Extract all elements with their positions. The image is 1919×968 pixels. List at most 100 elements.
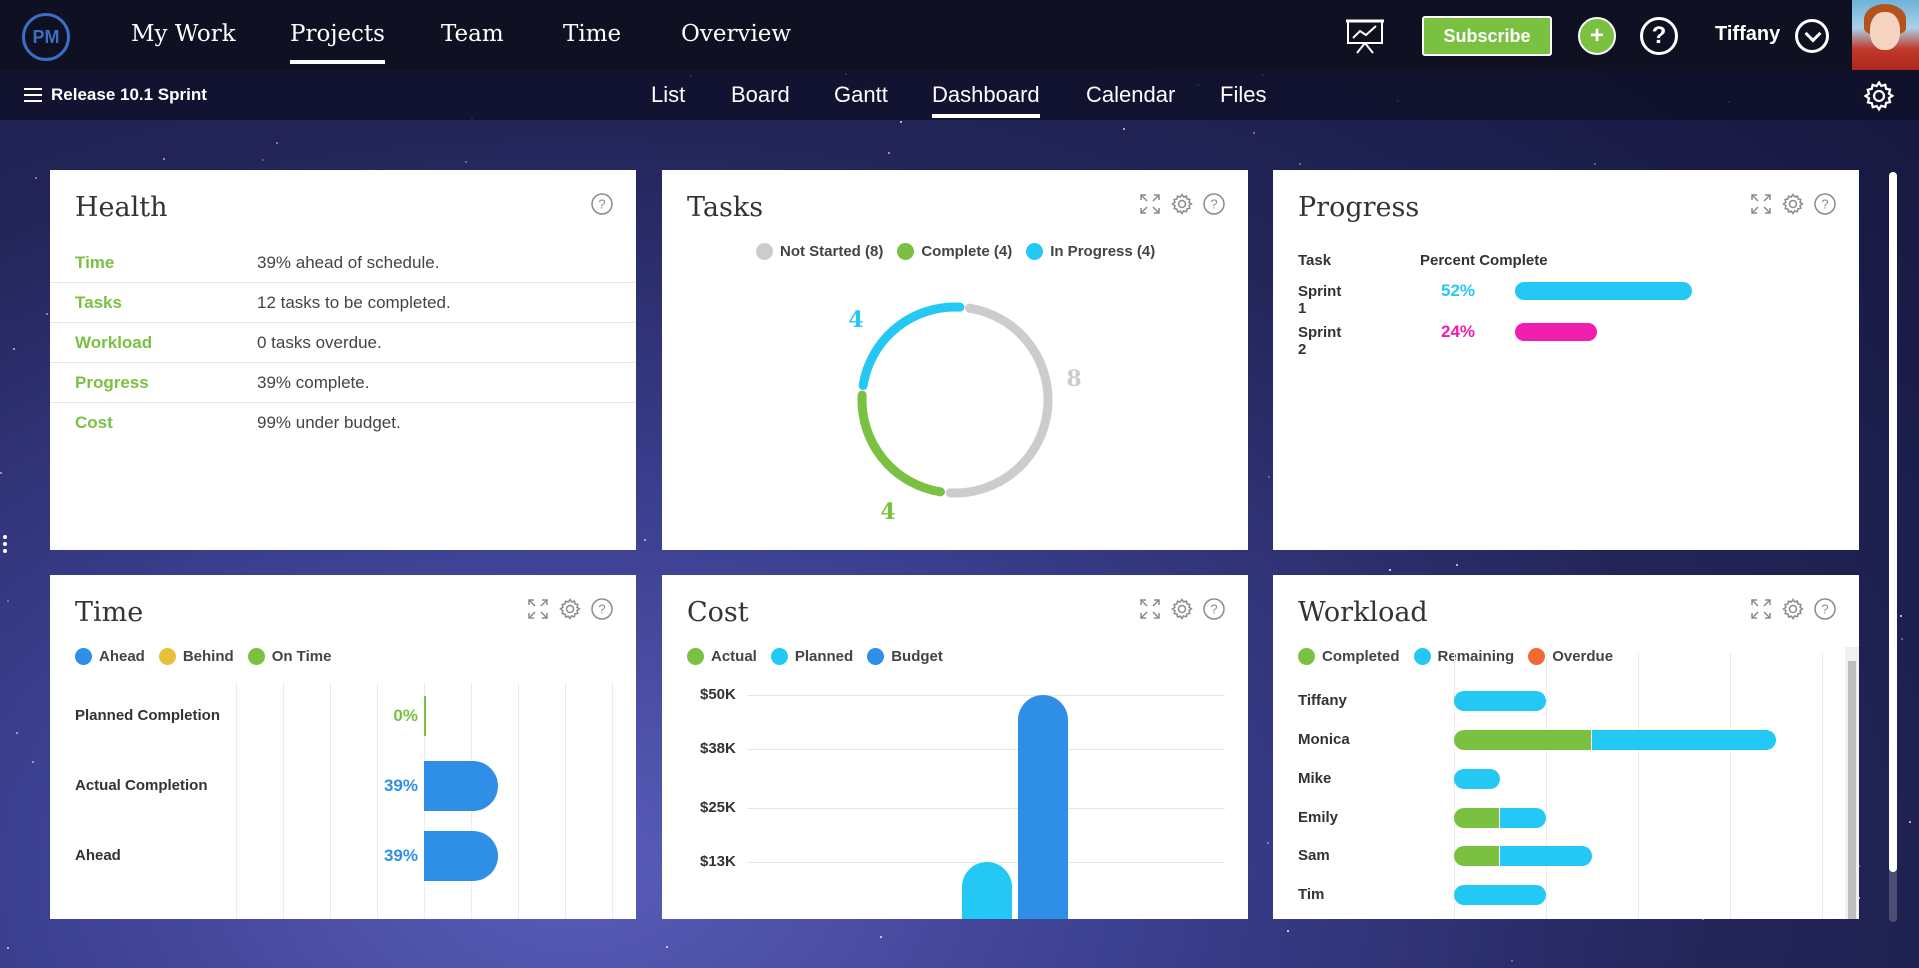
question-icon[interactable]: ? bbox=[590, 192, 614, 216]
donut-slice-complete[interactable] bbox=[857, 390, 945, 497]
gear-icon[interactable] bbox=[1781, 597, 1805, 621]
workload-segment-completed bbox=[1454, 730, 1592, 750]
question-icon[interactable]: ? bbox=[1813, 192, 1837, 216]
health-value: 12 tasks to be completed. bbox=[257, 293, 451, 312]
avatar[interactable] bbox=[1852, 0, 1919, 70]
legend-item[interactable]: Ahead bbox=[75, 648, 145, 665]
health-value: 39% ahead of schedule. bbox=[257, 253, 440, 272]
legend-item[interactable]: On Time bbox=[247, 648, 331, 665]
progress-col-task: Task bbox=[1298, 252, 1332, 269]
legend-item[interactable]: Overdue bbox=[1528, 648, 1613, 665]
legend-dot bbox=[158, 648, 176, 665]
presentation-icon[interactable] bbox=[1345, 17, 1385, 55]
project-subnav: Release 10.1 Sprint List Board Gantt Das… bbox=[0, 70, 1919, 120]
tab-board[interactable]: Board bbox=[731, 82, 790, 108]
cost-y-tick-label: $25K bbox=[700, 798, 736, 816]
workload-person-name: Tiffany bbox=[1298, 692, 1347, 709]
cost-card: Cost ? Actual Planned Budget $50K $38K $25… bbox=[662, 575, 1248, 919]
nav-time[interactable]: Time bbox=[563, 21, 621, 47]
expand-icon[interactable] bbox=[1138, 597, 1162, 621]
tab-files[interactable]: Files bbox=[1220, 82, 1266, 108]
donut-data-label: 8 bbox=[1066, 366, 1081, 392]
workload-bar[interactable] bbox=[1454, 846, 1592, 866]
gear-icon[interactable] bbox=[558, 597, 582, 621]
donut-data-label: 4 bbox=[848, 307, 863, 333]
pm-logo[interactable]: PM bbox=[22, 13, 70, 61]
legend-item[interactable]: Remaining bbox=[1413, 648, 1515, 665]
subscribe-button[interactable]: Subscribe bbox=[1422, 16, 1552, 56]
workload-scrollbar[interactable] bbox=[1845, 647, 1859, 919]
time-row-label: Planned Completion bbox=[75, 707, 221, 724]
add-button[interactable]: + bbox=[1578, 17, 1616, 55]
gear-icon[interactable] bbox=[1781, 192, 1805, 216]
donut-slice-not-started[interactable] bbox=[945, 303, 1053, 498]
tab-dashboard[interactable]: Dashboard bbox=[932, 82, 1040, 118]
health-row: Time 39% ahead of schedule. bbox=[50, 243, 636, 283]
legend-item[interactable]: Budget bbox=[867, 648, 943, 665]
time-row-label: Actual Completion bbox=[75, 777, 208, 794]
workload-person-name: Mike bbox=[1298, 770, 1332, 787]
left-panel-handle[interactable] bbox=[3, 535, 7, 555]
workload-bar[interactable] bbox=[1454, 885, 1546, 905]
workload-segment-remaining bbox=[1592, 730, 1776, 750]
time-bar[interactable] bbox=[424, 761, 499, 811]
health-row: Tasks 12 tasks to be completed. bbox=[50, 283, 636, 323]
settings-gear-icon[interactable] bbox=[1862, 79, 1896, 113]
project-name[interactable]: Release 10.1 Sprint bbox=[51, 85, 207, 105]
expand-icon[interactable] bbox=[526, 597, 550, 621]
progress-col-percent: Percent Complete bbox=[1420, 252, 1548, 269]
health-label: Time bbox=[75, 253, 115, 272]
legend-item[interactable]: Completed bbox=[1298, 648, 1400, 665]
workload-title: Workload bbox=[1298, 597, 1428, 628]
expand-icon[interactable] bbox=[1749, 192, 1773, 216]
hamburger-menu-icon[interactable] bbox=[24, 88, 42, 102]
workload-bar[interactable] bbox=[1454, 691, 1546, 711]
chevron-down-icon[interactable] bbox=[1795, 19, 1829, 53]
scrollbar-thumb[interactable] bbox=[1889, 172, 1897, 872]
legend-dot bbox=[1413, 648, 1431, 665]
gear-icon[interactable] bbox=[1170, 597, 1194, 621]
tab-list[interactable]: List bbox=[651, 82, 685, 108]
cost-bar-planned[interactable] bbox=[962, 861, 1012, 919]
workload-bar[interactable] bbox=[1454, 808, 1546, 828]
tab-gantt[interactable]: Gantt bbox=[834, 82, 888, 108]
workload-person-name: Monica bbox=[1298, 731, 1350, 748]
gridline bbox=[747, 749, 1225, 750]
time-data-label: 39% bbox=[383, 776, 418, 795]
workload-person-name: Sam bbox=[1298, 847, 1330, 864]
user-name[interactable]: Tiffany bbox=[1715, 23, 1780, 46]
cost-bar-budget[interactable] bbox=[1018, 695, 1068, 919]
tab-calendar[interactable]: Calendar bbox=[1086, 82, 1175, 108]
legend-dot bbox=[687, 648, 704, 665]
nav-my-work[interactable]: My Work bbox=[131, 21, 236, 47]
workload-bar[interactable] bbox=[1454, 730, 1776, 750]
progress-percent: 52% bbox=[1441, 281, 1476, 300]
workload-bar[interactable] bbox=[1454, 769, 1500, 789]
donut-slice-in-progress[interactable] bbox=[858, 302, 965, 390]
page-scrollbar[interactable] bbox=[1889, 172, 1897, 922]
nav-team[interactable]: Team bbox=[441, 21, 504, 47]
help-button[interactable]: ? bbox=[1640, 17, 1678, 55]
question-icon[interactable]: ? bbox=[1813, 597, 1837, 621]
time-bar[interactable] bbox=[424, 831, 499, 881]
cost-legend: Actual Planned Budget bbox=[687, 648, 943, 665]
health-label: Workload bbox=[75, 333, 153, 352]
gridline bbox=[330, 683, 331, 919]
gridline bbox=[1546, 653, 1547, 919]
scrollbar-thumb[interactable] bbox=[1848, 661, 1856, 919]
legend-item[interactable]: Planned bbox=[770, 648, 853, 665]
legend-item[interactable]: Actual bbox=[687, 648, 757, 665]
question-icon[interactable]: ? bbox=[1202, 597, 1226, 621]
legend-label: Remaining bbox=[1437, 648, 1515, 665]
nav-overview[interactable]: Overview bbox=[681, 21, 791, 47]
expand-icon[interactable] bbox=[1749, 597, 1773, 621]
workload-segment-remaining bbox=[1500, 808, 1546, 828]
legend-dot bbox=[75, 648, 92, 665]
question-icon[interactable]: ? bbox=[590, 597, 614, 621]
progress-bar bbox=[1515, 323, 1597, 341]
workload-segment-remaining bbox=[1454, 769, 1500, 789]
nav-projects[interactable]: Projects bbox=[290, 21, 385, 64]
time-bar[interactable] bbox=[424, 696, 426, 736]
legend-label: Budget bbox=[891, 648, 943, 665]
legend-item[interactable]: Behind bbox=[158, 648, 234, 665]
